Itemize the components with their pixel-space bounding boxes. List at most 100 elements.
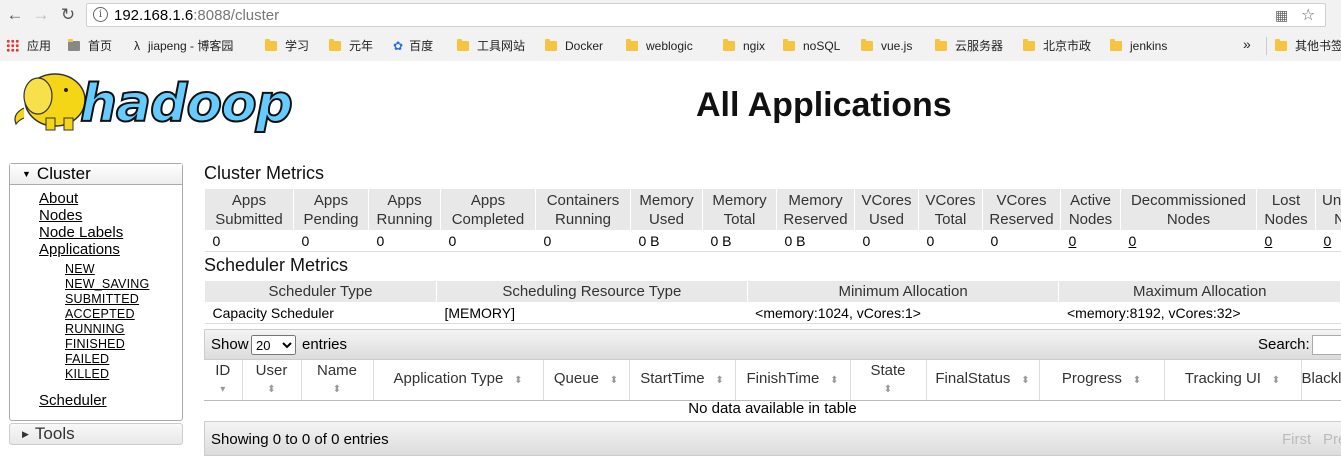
column-header[interactable]: FinalStatus ⬍: [926, 360, 1040, 401]
pager-previous-button[interactable]: Previous: [1323, 431, 1341, 448]
bookmark-beijing[interactable]: 北京市政: [1023, 37, 1091, 55]
bookmark-apps[interactable]: 应用: [6, 37, 51, 55]
column-header[interactable]: State ⬍: [850, 360, 927, 401]
column-header[interactable]: User ⬍: [242, 360, 302, 401]
sort-icon[interactable]: ⬍: [827, 375, 838, 386]
sort-icon[interactable]: ⬍: [1018, 375, 1029, 386]
column-header[interactable]: Blacklisted Nodes ⬍: [1301, 360, 1341, 401]
folder-icon: [265, 39, 277, 51]
bookmark-tools[interactable]: 工具网站: [457, 37, 525, 55]
hadoop-logo[interactable]: hadoop: [10, 68, 310, 140]
metrics-value: 0 B: [776, 230, 855, 252]
column-header[interactable]: Progress ⬍: [1039, 360, 1165, 401]
sidebar-link-node-labels[interactable]: Node Labels: [39, 224, 123, 241]
sidebar-link-about[interactable]: About: [39, 190, 78, 207]
page-size-select[interactable]: 20: [251, 335, 296, 355]
bookmark-ngix[interactable]: ngix: [723, 37, 765, 55]
sort-icon[interactable]: ⬍: [1269, 375, 1280, 386]
forward-icon[interactable]: →: [30, 5, 52, 25]
column-header[interactable]: FinishTime ⬍: [735, 360, 851, 401]
applications-table: ID ▾ User ⬍ Name ⬍ Application Type ⬍ Queue ⬍ St…: [204, 360, 1341, 401]
folder-icon: [1275, 39, 1287, 51]
metrics-value[interactable]: 0: [1120, 230, 1257, 252]
sidebar-state-failed[interactable]: FAILED: [65, 352, 109, 366]
address-bar[interactable]: i 192.168.1.6:8088/cluster ▦ ☆: [86, 3, 1326, 27]
folder-icon: [1023, 39, 1035, 51]
search-input[interactable]: [1312, 335, 1341, 355]
folder-icon: [457, 39, 469, 51]
bookmark-other[interactable]: 其他书签: [1266, 37, 1341, 55]
bookmark-cloud[interactable]: 云服务器: [935, 37, 1003, 55]
bookmark-vuejs[interactable]: vue.js: [861, 37, 912, 55]
column-header[interactable]: Tracking UI ⬍: [1164, 360, 1302, 401]
star-icon[interactable]: ☆: [1301, 5, 1315, 25]
reload-icon[interactable]: ↻: [57, 5, 79, 25]
sidebar-state-killed[interactable]: KILLED: [65, 367, 109, 381]
sort-icon[interactable]: ⬍: [511, 375, 522, 386]
column-header[interactable]: Name ⬍: [301, 360, 374, 401]
cluster-section-header[interactable]: ▼ Cluster: [10, 164, 182, 185]
metrics-value[interactable]: 0: [1256, 230, 1316, 252]
scheduler-value: [MEMORY]: [436, 302, 748, 324]
bookmark-cnblogs[interactable]: λ jiapeng - 博客园: [134, 37, 233, 55]
column-header[interactable]: StartTime ⬍: [629, 360, 736, 401]
metrics-value[interactable]: 0: [1315, 230, 1341, 252]
sidebar-state-accepted[interactable]: ACCEPTED: [65, 307, 135, 321]
column-header[interactable]: Application Type ⬍: [373, 360, 544, 401]
metrics-value: 0: [854, 230, 919, 252]
bookmark-home[interactable]: 首页: [68, 37, 112, 55]
sidebar-link-nodes[interactable]: Nodes: [39, 207, 82, 224]
folder-icon: [783, 39, 795, 51]
sort-icon[interactable]: ⬍: [884, 384, 892, 395]
bookmark-weblogic[interactable]: weblogic: [626, 37, 693, 55]
cluster-metrics-table: Apps Submitted Apps Pending Apps Running Apps C…: [204, 188, 1341, 252]
sidebar-state-new[interactable]: NEW: [65, 262, 95, 276]
sort-icon[interactable]: ⬍: [267, 384, 275, 395]
url-text[interactable]: 192.168.1.6:8088/cluster: [114, 7, 279, 24]
metrics-col-header: UnhealthyNodes: [1315, 188, 1341, 231]
bookmark-jenkins[interactable]: jenkins: [1110, 37, 1167, 55]
sidebar-link-applications[interactable]: Applications: [39, 241, 120, 258]
sidebar-state-new-saving[interactable]: NEW_SAVING: [65, 277, 149, 291]
metrics-value: 0: [204, 230, 294, 252]
show-label: Show: [211, 336, 249, 353]
scheduler-metrics-title: Scheduler Metrics: [204, 255, 349, 275]
info-icon[interactable]: i: [93, 7, 108, 22]
sort-icon[interactable]: ⬍: [713, 375, 723, 386]
bookmark-baidu[interactable]: ✿ 百度: [393, 37, 433, 55]
metrics-col-header: Memory Total: [702, 188, 777, 231]
translate-icon[interactable]: ▦: [1275, 7, 1288, 24]
sort-icon[interactable]: ⬍: [1130, 375, 1141, 386]
metrics-col-header: Apps Submitted: [204, 188, 294, 231]
sort-icon[interactable]: ▾: [220, 384, 225, 395]
scheduler-value: <memory:8192, vCores:32>: [1058, 302, 1341, 324]
scheduler-value: Capacity Scheduler: [204, 302, 437, 324]
bookmark-study[interactable]: 学习: [265, 37, 309, 55]
tools-section-header[interactable]: ▶ Tools: [9, 423, 183, 445]
sidebar-link-scheduler[interactable]: Scheduler: [39, 392, 107, 409]
column-header[interactable]: Queue ⬍: [543, 360, 630, 401]
column-header[interactable]: ID ▾: [204, 360, 243, 401]
entries-label: entries: [302, 336, 348, 353]
more-bookmarks-button[interactable]: »: [1243, 35, 1251, 53]
bookmark-nosql[interactable]: noSQL: [783, 37, 840, 55]
metrics-value: 0 B: [702, 230, 777, 252]
bookmark-yuannian[interactable]: 元年: [329, 37, 373, 55]
cnblogs-icon: λ: [134, 39, 140, 53]
page-title: All Applications: [696, 86, 952, 124]
back-icon[interactable]: ←: [4, 5, 26, 25]
table-footer: Showing 0 to 0 of 0 entries First Previo…: [204, 421, 1341, 456]
folder-icon: [1110, 39, 1122, 51]
sort-icon[interactable]: ⬍: [607, 375, 618, 386]
baidu-icon: ✿: [393, 39, 404, 53]
bookmark-docker[interactable]: Docker: [545, 37, 603, 55]
metrics-value: 0: [440, 230, 536, 252]
cluster-metrics-title: Cluster Metrics: [204, 163, 325, 183]
scheduler-value: <memory:1024, vCores:1>: [747, 302, 1059, 324]
sort-icon[interactable]: ⬍: [333, 384, 341, 395]
pager-first-button[interactable]: First: [1282, 431, 1311, 448]
sidebar-state-submitted[interactable]: SUBMITTED: [65, 292, 139, 306]
sidebar-state-running[interactable]: RUNNING: [65, 322, 125, 336]
metrics-value[interactable]: 0: [1060, 230, 1121, 252]
sidebar-state-finished[interactable]: FINISHED: [65, 337, 125, 351]
